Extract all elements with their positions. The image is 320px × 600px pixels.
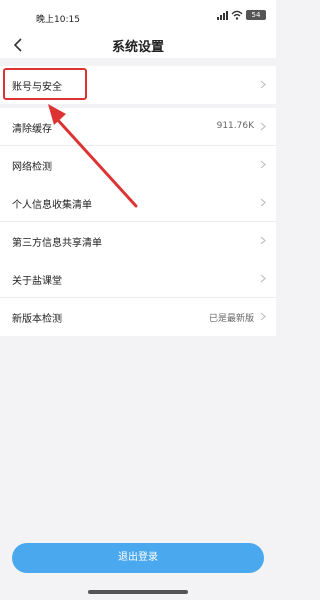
chevron-right-icon	[260, 80, 266, 89]
status-icons: 54	[217, 10, 266, 20]
battery-icon: 54	[246, 10, 266, 20]
version-status-value: 已是最新版	[208, 314, 254, 324]
status-bar: 晚上10:15 54	[0, 0, 276, 34]
chevron-right-icon	[260, 312, 266, 321]
settings-row-about[interactable]: 关于盐课堂	[0, 260, 276, 298]
row-label: 关于盐课堂	[12, 276, 62, 287]
chevron-right-icon	[260, 122, 266, 131]
settings-row-personal-info-list[interactable]: 个人信息收集清单	[0, 184, 276, 222]
page-title: 系统设置	[111, 40, 164, 55]
settings-row-third-party-sharing[interactable]: 第三方信息共享清单	[0, 222, 276, 260]
settings-group-storage: 清除缓存 911.76K 网络检测	[0, 108, 276, 184]
logout-button[interactable]: 退出登录	[12, 543, 264, 573]
home-indicator[interactable]	[88, 590, 188, 594]
battery-level: 54	[251, 11, 261, 19]
status-time: 晚上10:15	[36, 15, 80, 25]
wifi-icon	[231, 10, 243, 20]
row-label: 清除缓存	[12, 124, 52, 135]
cache-size-value: 911.76K	[216, 121, 254, 131]
settings-group-privacy: 个人信息收集清单 第三方信息共享清单	[0, 184, 276, 260]
signal-icon	[217, 10, 228, 20]
chevron-right-icon	[260, 236, 266, 245]
row-label: 新版本检测	[12, 314, 62, 325]
row-label: 个人信息收集清单	[12, 200, 92, 211]
nav-bar: 系统设置	[0, 34, 276, 58]
annotation-highlight-box	[3, 68, 87, 100]
row-label: 网络检测	[12, 162, 52, 173]
chevron-right-icon	[260, 160, 266, 169]
row-label: 第三方信息共享清单	[12, 238, 102, 249]
settings-row-network-check[interactable]: 网络检测	[0, 146, 276, 184]
settings-row-clear-cache[interactable]: 清除缓存 911.76K	[0, 108, 276, 146]
chevron-right-icon	[260, 198, 266, 207]
chevron-right-icon	[260, 274, 266, 283]
settings-group-about: 关于盐课堂 新版本检测 已是最新版	[0, 260, 276, 336]
settings-row-version-check[interactable]: 新版本检测 已是最新版	[0, 298, 276, 336]
